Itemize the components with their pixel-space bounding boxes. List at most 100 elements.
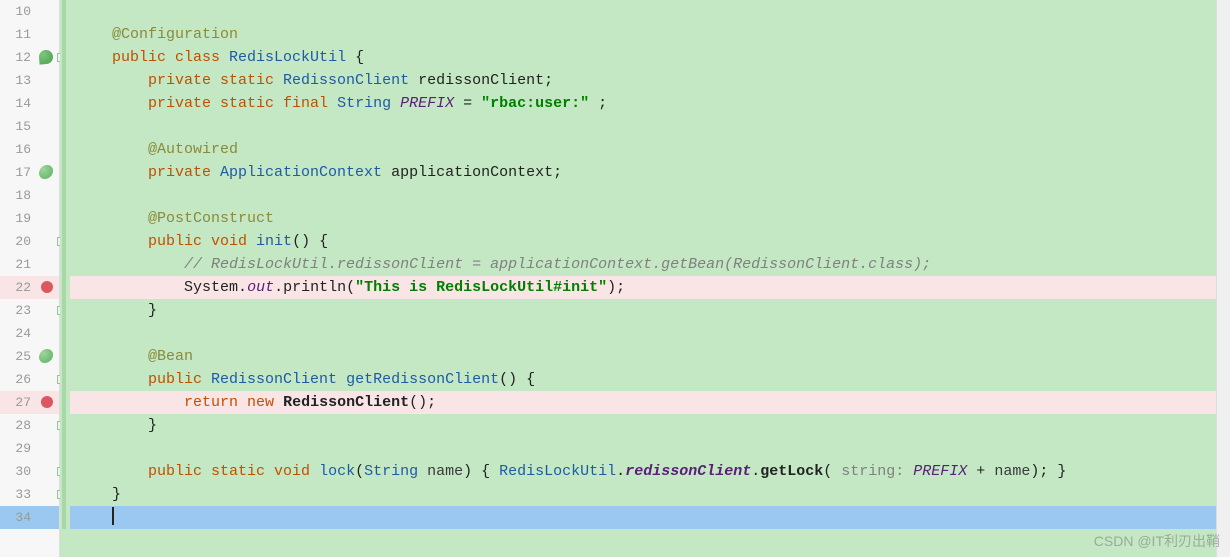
code-line[interactable]: @Configuration (70, 23, 1216, 46)
code-token: PREFIX (913, 463, 976, 480)
code-token: () { (499, 371, 535, 388)
code-line[interactable]: public RedissonClient getRedissonClient(… (70, 368, 1216, 391)
gutter-line[interactable]: 25 (0, 345, 59, 368)
code-token: name (427, 463, 463, 480)
gutter-line[interactable]: 13 (0, 69, 59, 92)
code-line[interactable]: } (70, 483, 1216, 506)
gutter-line[interactable]: 30 (0, 460, 59, 483)
code-token: ApplicationContext (220, 164, 391, 181)
code-line[interactable]: System.out.println("This is RedisLockUti… (70, 276, 1216, 299)
code-token: static (220, 95, 283, 112)
code-token: } (148, 417, 157, 434)
gutter-line[interactable]: 14 (0, 92, 59, 115)
code-token: "rbac:user:" (481, 95, 598, 112)
code-token: public (148, 233, 211, 250)
spring-icon[interactable] (37, 48, 55, 66)
gutter-line[interactable]: 28 (0, 414, 59, 437)
gutter-line[interactable]: 24 (0, 322, 59, 345)
code-line[interactable] (70, 506, 1216, 529)
code-token: private (148, 164, 220, 181)
code-line[interactable]: private ApplicationContext applicationCo… (70, 161, 1216, 184)
code-token: string: (841, 463, 913, 480)
code-token: private (148, 72, 220, 89)
gutter-line[interactable]: 33 (0, 483, 59, 506)
code-line[interactable]: private static final String PREFIX = "rb… (70, 92, 1216, 115)
code-line[interactable]: } (70, 299, 1216, 322)
gutter-line[interactable]: 20 (0, 230, 59, 253)
gutter-line[interactable]: 21 (0, 253, 59, 276)
code-area[interactable]: @Configuration public class RedisLockUti… (70, 0, 1216, 557)
code-line[interactable]: public static void lock ( String name) { R… (70, 460, 1216, 483)
gutter-line[interactable]: 11 (0, 23, 59, 46)
line-number-gutter[interactable]: 1011121314151617181920212223242526272829… (0, 0, 60, 557)
code-token: ); } (1030, 463, 1066, 480)
gutter-line[interactable]: 10 (0, 0, 59, 23)
code-token: getRedissonClient (346, 371, 499, 388)
gutter-line[interactable]: 19 (0, 207, 59, 230)
code-token: } (148, 302, 157, 319)
code-token: String (364, 463, 427, 480)
gutter-line[interactable]: 16 (0, 138, 59, 161)
code-line[interactable] (70, 115, 1216, 138)
code-token: RedisLockUtil (499, 463, 616, 480)
code-token: applicationContext (391, 164, 553, 181)
caret (112, 507, 114, 525)
code-line[interactable]: // RedisLockUtil.redissonClient = applic… (70, 253, 1216, 276)
gutter-line[interactable]: 18 (0, 184, 59, 207)
code-token: @Autowired (148, 141, 238, 158)
gutter-line[interactable]: 27 (0, 391, 59, 414)
code-line[interactable]: return new RedissonClient(); (70, 391, 1216, 414)
code-token: lock (319, 463, 355, 480)
code-token: } (112, 486, 121, 503)
code-token: public (112, 49, 175, 66)
code-token: public (148, 371, 211, 388)
code-line[interactable]: @PostConstruct (70, 207, 1216, 230)
change-strip (62, 0, 66, 529)
code-token: RedissonClient (283, 72, 418, 89)
code-token: RedissonClient (283, 394, 409, 411)
code-line[interactable]: @Bean (70, 345, 1216, 368)
code-line[interactable] (70, 437, 1216, 460)
breakpoint-icon[interactable] (41, 396, 53, 408)
code-token: ; (553, 164, 562, 181)
code-token: . (751, 463, 760, 480)
code-token: @PostConstruct (148, 210, 274, 227)
code-token: RedisLockUtil (229, 49, 355, 66)
code-token: private (148, 95, 220, 112)
gutter-line[interactable]: 17 (0, 161, 59, 184)
code-token: out (247, 279, 274, 296)
code-line[interactable] (70, 322, 1216, 345)
code-token: = (463, 95, 481, 112)
code-token: void (274, 463, 319, 480)
gutter-line[interactable]: 29 (0, 437, 59, 460)
code-token: getLock (760, 463, 823, 480)
code-line[interactable]: @Autowired (70, 138, 1216, 161)
code-token: ; (598, 95, 607, 112)
code-token: ) { (463, 463, 499, 480)
code-token: @Configuration (112, 26, 238, 43)
code-line[interactable]: } (70, 414, 1216, 437)
gutter-line[interactable]: 23 (0, 299, 59, 322)
bean-icon[interactable] (37, 163, 55, 181)
bean-icon[interactable] (37, 347, 55, 365)
code-token: . (238, 279, 247, 296)
code-token: public (148, 463, 211, 480)
code-token: // RedisLockUtil.redissonClient = applic… (184, 256, 931, 273)
code-token: "This is RedisLockUtil#init" (355, 279, 607, 296)
code-line[interactable]: private static RedissonClient redissonCl… (70, 69, 1216, 92)
gutter-line[interactable]: 34 (0, 506, 59, 529)
overview-ruler[interactable] (1216, 0, 1230, 557)
code-line[interactable]: public class RedisLockUtil { (70, 46, 1216, 69)
code-line[interactable]: public void init() { (70, 230, 1216, 253)
code-token: ( (823, 463, 841, 480)
gutter-line[interactable]: 12 (0, 46, 59, 69)
code-line[interactable] (70, 184, 1216, 207)
gutter-line[interactable]: 26 (0, 368, 59, 391)
code-line[interactable] (70, 0, 1216, 23)
breakpoint-icon[interactable] (41, 281, 53, 293)
gutter-line[interactable]: 15 (0, 115, 59, 138)
code-token: void (211, 233, 256, 250)
code-token: static (211, 463, 274, 480)
code-token: redissonClient (418, 72, 544, 89)
gutter-line[interactable]: 22 (0, 276, 59, 299)
